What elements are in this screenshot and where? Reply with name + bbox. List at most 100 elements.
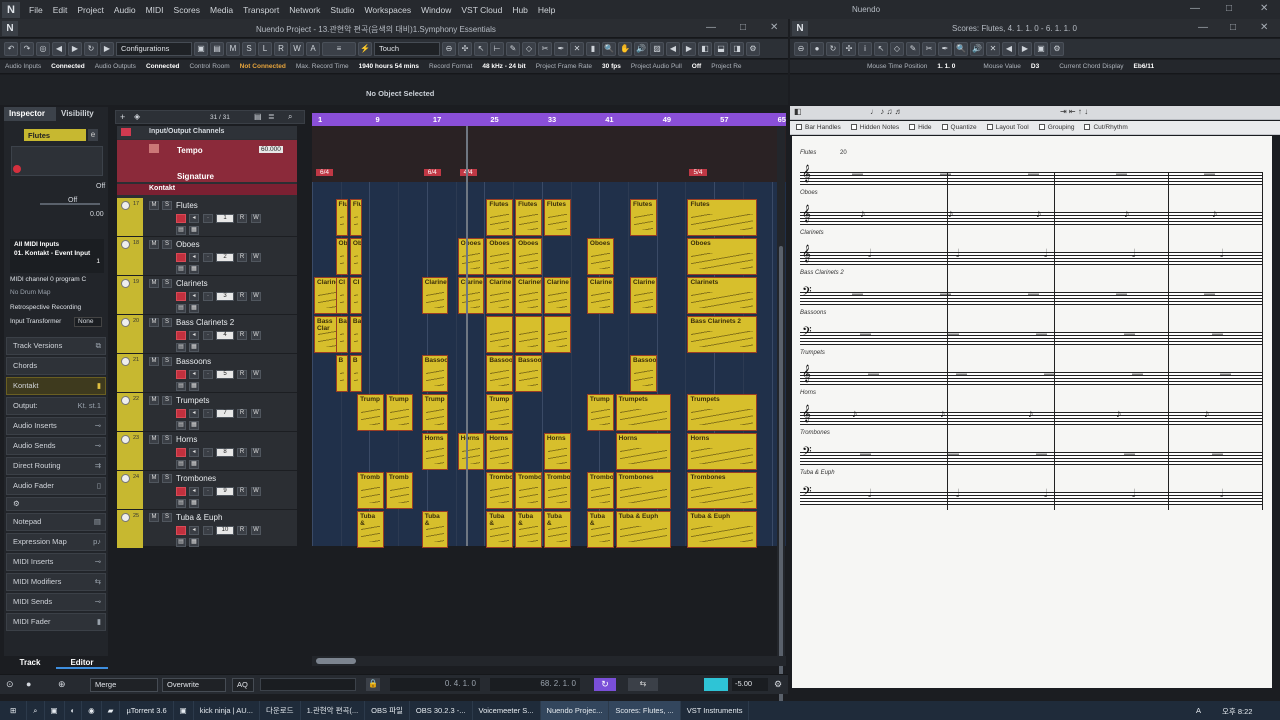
note-icon[interactable]: ♪ (1212, 208, 1218, 220)
lanes-icon[interactable]: ▤ (176, 499, 186, 508)
constrain-icon[interactable]: ◎ (36, 41, 50, 56)
section-output[interactable]: Output: Kt. st.1 (6, 397, 106, 415)
opt-bar-handles[interactable]: Bar Handles (796, 124, 841, 131)
record-enable-icon[interactable] (176, 214, 186, 223)
midi-part[interactable]: Flu (335, 199, 348, 236)
automation-mode-icon[interactable]: ⚡ (358, 41, 372, 56)
configurations-dropdown[interactable]: Configurations (116, 41, 192, 56)
score-quantize-icon[interactable]: ✣ (842, 41, 856, 56)
monitor-icon[interactable]: ◂ (189, 292, 199, 301)
note-icon[interactable]: 𝅗𝅥 (1044, 488, 1048, 501)
note-icon[interactable]: — (956, 368, 967, 380)
note-icon[interactable]: — (1212, 448, 1223, 460)
score-layout-icon[interactable]: ▣ (1034, 41, 1048, 56)
midi-part[interactable]: Clarine (543, 277, 571, 314)
score-erase-tool-icon[interactable]: ◇ (890, 41, 904, 56)
track-name[interactable]: Trumpets (176, 396, 210, 405)
menu-hub[interactable]: Hub (507, 5, 533, 15)
midi-part[interactable]: Tromb (385, 472, 413, 509)
midi-part[interactable]: Horns (421, 433, 449, 470)
object-select-tool-icon[interactable]: ↖ (474, 41, 488, 56)
midi-part[interactable]: Horns (486, 433, 514, 470)
track-name[interactable]: Trombones (176, 474, 216, 483)
checkbox-icon[interactable] (850, 124, 857, 130)
hand-tool-icon[interactable]: ✋ (618, 41, 632, 56)
midi-part[interactable]: Trombo (543, 472, 571, 509)
opt-grouping[interactable]: Grouping (1038, 124, 1074, 131)
score-split-tool-icon[interactable]: ✂ (922, 41, 936, 56)
midi-part[interactable]: Flutes (543, 199, 571, 236)
midi-part[interactable]: Ob (349, 238, 363, 275)
read-automation[interactable]: R (237, 448, 247, 457)
settings-gear-icon[interactable]: ⚙ (13, 499, 20, 508)
midi-part[interactable]: B (349, 355, 363, 392)
opt-hidden-notes[interactable]: Hidden Notes (850, 124, 899, 131)
midi-part[interactable]: Trump (385, 394, 413, 431)
undo-icon[interactable]: ↶ (4, 41, 18, 56)
track-icon[interactable] (121, 435, 130, 444)
note-icon[interactable]: — (1028, 288, 1039, 300)
task-utorrent[interactable]: µTorrent 3.6 (120, 701, 174, 720)
write-automation[interactable]: W (251, 487, 261, 496)
midi-part[interactable]: Flutes (515, 199, 542, 236)
midi-part[interactable]: Clarinet (515, 277, 542, 314)
note-icon[interactable]: — (1116, 168, 1127, 180)
output-value[interactable]: Kt. st.1 (78, 401, 101, 410)
vscroll-thumb[interactable] (779, 246, 783, 716)
project-close-icon[interactable]: ✕ (770, 22, 778, 33)
note-icon[interactable]: 𝅗𝅥 (868, 248, 872, 261)
midi-part[interactable]: Horns (543, 433, 571, 470)
info-icon[interactable]: i (858, 41, 872, 56)
midi-part[interactable]: Trump (421, 394, 449, 431)
score-nav-left-icon[interactable]: ◀ (1002, 41, 1016, 56)
score-draw-tool-icon[interactable]: ✎ (906, 41, 920, 56)
midi-part[interactable]: Trump (486, 394, 514, 431)
arrange-hscroll[interactable] (312, 656, 786, 666)
note-icon[interactable]: ♪ (1116, 408, 1122, 420)
mute-button[interactable]: M (149, 201, 159, 210)
note-icon[interactable]: — (940, 288, 951, 300)
record-enable-icon[interactable] (176, 292, 186, 301)
mute-button[interactable]: M (149, 318, 159, 327)
section-kontakt[interactable]: Kontakt ▮ (6, 377, 106, 395)
note-icon[interactable]: 𝅗𝅥 (868, 488, 872, 501)
midi-part[interactable]: Oboes (515, 238, 542, 275)
midi-part[interactable]: Bassoon (421, 355, 449, 392)
midi-channel[interactable]: 9 (216, 487, 234, 496)
edit-icon[interactable]: ▦ (189, 304, 199, 313)
midi-output-select[interactable]: 01. Kontakt - Event Input (10, 250, 104, 257)
midi-part[interactable]: Clarine (630, 277, 657, 314)
midi-part[interactable]: Horns (457, 433, 485, 470)
track-row[interactable]: 22 M S Trumpets ◂ · 7 R W ▤ ▦ (117, 393, 297, 432)
write-automation[interactable]: W (251, 253, 261, 262)
monitor-icon[interactable]: ◂ (189, 214, 199, 223)
input-transformer-select[interactable]: None (74, 317, 102, 327)
section-expression-map[interactable]: Expression Map p♪ (6, 533, 106, 551)
midi-channel-select[interactable]: 1 (10, 257, 104, 266)
track-icon[interactable] (121, 513, 130, 522)
edit-icon[interactable]: ▦ (189, 226, 199, 235)
score-glue-tool-icon[interactable]: ✒ (938, 41, 952, 56)
section-audio-fader[interactable]: Audio Fader ▯ (6, 477, 106, 495)
menu-media[interactable]: Media (205, 5, 238, 15)
automation-panel-icon[interactable]: ≡ (322, 41, 356, 56)
midi-part[interactable]: Trumpets (687, 394, 758, 431)
menu-midi[interactable]: MIDI (141, 5, 169, 15)
app-close-icon[interactable]: ✕ (1260, 3, 1268, 14)
lanes-icon[interactable]: ▤ (176, 421, 186, 430)
right-locator[interactable]: 68. 2. 1. 0 (490, 678, 580, 691)
midi-channel[interactable]: 2 (216, 253, 234, 262)
note-icon[interactable]: 𝅗𝅥 (1220, 488, 1224, 501)
track-row[interactable]: 21 M S Bassoons ◂ · 5 R W ▤ ▦ (117, 354, 297, 393)
record-enable-icon[interactable] (176, 253, 186, 262)
midi-part[interactable]: Oboes (586, 238, 614, 275)
note-icon[interactable]: 𝅗𝅥 (956, 488, 960, 501)
visibility-icon[interactable]: ▤ (254, 112, 262, 121)
punch-icon[interactable]: ● (26, 679, 31, 689)
lock-icon[interactable]: 🔒 (366, 678, 380, 691)
play-tool-icon[interactable]: 🔊 (634, 41, 648, 56)
channel-select[interactable]: · (203, 331, 213, 340)
tab-editor[interactable]: Editor (56, 656, 108, 669)
note-icon[interactable]: — (1204, 168, 1215, 180)
edit-icon[interactable]: ▦ (189, 265, 199, 274)
